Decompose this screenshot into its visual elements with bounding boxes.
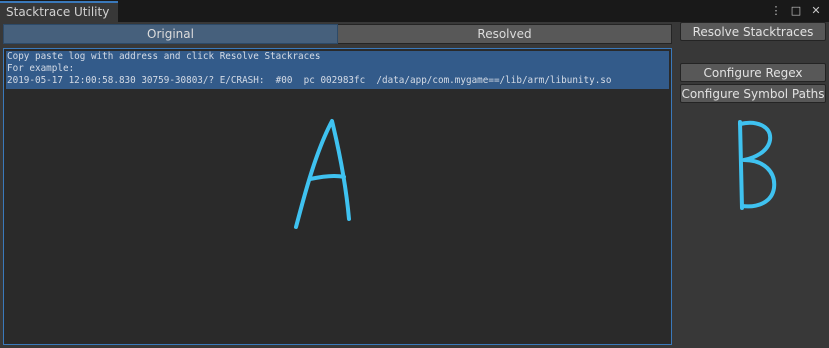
log-line: For example: xyxy=(7,63,75,74)
title-bar: Stacktrace Utility ⋮ □ ✕ xyxy=(0,0,829,22)
tab-resolved[interactable]: Resolved xyxy=(338,24,672,44)
configure-regex-button[interactable]: Configure Regex xyxy=(680,63,826,82)
log-line: Copy paste log with address and click Re… xyxy=(7,51,321,62)
tab-resolved-label: Resolved xyxy=(477,27,532,41)
close-icon[interactable]: ✕ xyxy=(809,2,823,18)
tab-original-label: Original xyxy=(147,27,194,41)
configure-symbol-paths-label: Configure Symbol Paths xyxy=(681,86,825,101)
configure-symbol-paths-button[interactable]: Configure Symbol Paths xyxy=(680,84,826,103)
maximize-icon[interactable]: □ xyxy=(789,2,803,18)
log-line: 2019-05-17 12:00:58.830 30759-30803/? E/… xyxy=(7,75,612,86)
more-options-icon[interactable]: ⋮ xyxy=(769,2,783,18)
window-controls: ⋮ □ ✕ xyxy=(769,2,823,18)
log-text-area[interactable]: Copy paste log with address and click Re… xyxy=(3,48,672,345)
annotation-letter-b xyxy=(738,120,777,210)
configure-regex-label: Configure Regex xyxy=(703,65,803,80)
resolve-stacktraces-label: Resolve Stacktraces xyxy=(692,24,814,39)
window-tab[interactable]: Stacktrace Utility xyxy=(0,1,118,22)
window-title: Stacktrace Utility xyxy=(6,5,110,19)
view-tabs: Original Resolved xyxy=(3,24,672,44)
tab-original[interactable]: Original xyxy=(3,24,338,44)
resolve-stacktraces-button[interactable]: Resolve Stacktraces xyxy=(680,22,826,41)
annotation-letter-a xyxy=(294,119,351,229)
